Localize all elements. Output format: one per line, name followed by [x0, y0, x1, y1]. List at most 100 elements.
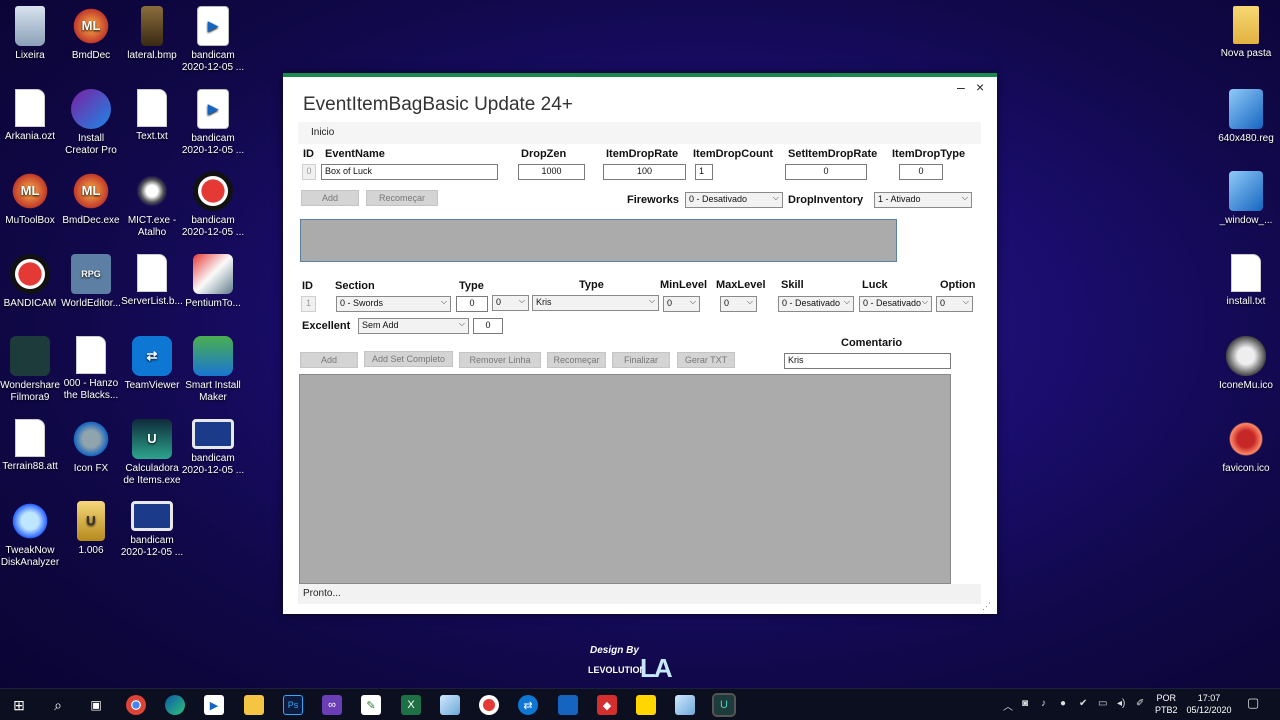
- chrome-icon[interactable]: [126, 695, 146, 715]
- resize-grip-icon[interactable]: ⋰: [982, 601, 991, 612]
- set-item-drop-rate-field[interactable]: 0: [785, 164, 867, 180]
- add-set-completo-button[interactable]: Add Set Completo: [364, 351, 453, 367]
- edge-icon[interactable]: [165, 695, 185, 715]
- drop-inventory-value: 1 - Ativado: [878, 194, 921, 204]
- excellent-select[interactable]: Sem Add ⌵: [358, 318, 469, 334]
- bmp-file-icon: [141, 6, 163, 46]
- desktop-item[interactable]: U Calculadora de Items.exe: [117, 418, 187, 487]
- media-player-icon[interactable]: ▶: [204, 695, 224, 715]
- skill-select[interactable]: 0 - Desativado ⌵: [778, 296, 854, 312]
- search-icon[interactable]: ⌕: [48, 695, 68, 715]
- calculadora-taskbar-icon[interactable]: U: [712, 693, 736, 717]
- remote-desktop-icon[interactable]: [558, 695, 578, 715]
- tray-pen-icon[interactable]: ✐: [1136, 698, 1144, 709]
- items-grid[interactable]: [299, 374, 951, 584]
- min-level-value: 0: [667, 298, 673, 308]
- item-drop-count-field[interactable]: 1: [695, 164, 713, 180]
- desktop-item[interactable]: Install Creator Pro: [56, 88, 126, 157]
- logo-levolution-text: LEVOLUTION: [588, 665, 646, 675]
- language-indicator[interactable]: POR PTB2: [1155, 692, 1178, 716]
- desktop-item[interactable]: IconeMu.ico: [1211, 336, 1280, 392]
- fireworks-select[interactable]: 0 - Desativado ⌵: [685, 192, 783, 208]
- desktop-item-label: lateral.bmp: [127, 50, 177, 61]
- item-select[interactable]: Kris ⌵: [532, 295, 659, 311]
- item-drop-type-field[interactable]: 0: [899, 164, 943, 180]
- excel-icon[interactable]: X: [401, 695, 421, 715]
- chevron-down-icon: ⌵: [962, 297, 969, 306]
- desktop-item[interactable]: U 1.006: [56, 501, 126, 557]
- desktop-item[interactable]: ML BmdDec: [56, 6, 126, 62]
- desktop-item[interactable]: favicon.ico: [1211, 418, 1280, 475]
- desktop-item[interactable]: bandicam 2020-12-05 ...: [178, 418, 248, 477]
- file-explorer-icon[interactable]: [244, 695, 264, 715]
- desktop-item[interactable]: Text.txt: [117, 88, 187, 143]
- close-button[interactable]: ×: [976, 79, 984, 95]
- min-level-select[interactable]: 0 ⌵: [663, 296, 700, 312]
- desktop-item[interactable]: RPG WorldEditor...: [56, 253, 126, 310]
- desktop-item[interactable]: ⇄ TeamViewer: [117, 336, 187, 392]
- tray-chrome-icon[interactable]: ●: [1060, 698, 1066, 709]
- max-level-select[interactable]: 0 ⌵: [720, 296, 757, 312]
- comentario-field[interactable]: Kris: [784, 353, 951, 369]
- gerar-txt-button[interactable]: Gerar TXT: [677, 352, 735, 368]
- desktop-item[interactable]: Nova pasta: [1211, 6, 1280, 60]
- recomecar-item-button[interactable]: Recomeçar: [547, 352, 606, 368]
- event-name-field[interactable]: Box of Luck: [321, 164, 498, 180]
- finalizar-button[interactable]: Finalizar: [612, 352, 670, 368]
- visual-studio-icon[interactable]: ∞: [322, 695, 342, 715]
- item-drop-rate-field[interactable]: 100: [603, 164, 686, 180]
- desktop-item[interactable]: _window_...: [1211, 171, 1280, 227]
- desktop-item[interactable]: bandicam 2020-12-05 ...: [117, 501, 187, 559]
- desktop-item[interactable]: Smart Install Maker: [178, 336, 248, 404]
- type-index-select[interactable]: 0 ⌵: [492, 295, 529, 311]
- tray-battery-icon[interactable]: ▭: [1098, 698, 1107, 709]
- section-select[interactable]: 0 - Swords ⌵: [336, 296, 451, 312]
- tray-volume-icon[interactable]: ◂): [1117, 698, 1125, 709]
- remover-linha-button[interactable]: Remover Linha: [459, 352, 541, 368]
- windows-start-icon[interactable]: ⊞: [9, 695, 29, 715]
- sticky-notes-icon[interactable]: [636, 695, 656, 715]
- drop-zen-field[interactable]: 1000: [518, 164, 585, 180]
- desktop-item[interactable]: PentiumTo...: [178, 253, 248, 310]
- excellent-number-field[interactable]: 0: [473, 318, 503, 334]
- desktop-item[interactable]: ServerList.b...: [117, 253, 187, 308]
- drop-inventory-select[interactable]: 1 - Ativado ⌵: [874, 192, 972, 208]
- desktop-item-label: PentiumTo...: [185, 297, 241, 309]
- desktop-item[interactable]: lateral.bmp: [117, 6, 187, 62]
- notifications-icon[interactable]: ▢: [1247, 695, 1259, 711]
- desktop-item-label: _window_...: [1219, 215, 1273, 226]
- luck-select[interactable]: 0 - Desativado ⌵: [859, 296, 932, 312]
- desktop-item[interactable]: ▶ bandicam 2020-12-05 ...: [178, 88, 248, 157]
- desktop-item[interactable]: 640x480.reg: [1211, 88, 1280, 145]
- item-header-luck: Luck: [862, 279, 888, 291]
- notepadpp-icon[interactable]: ✎: [361, 695, 381, 715]
- tray-mic-icon[interactable]: ♪: [1041, 698, 1046, 709]
- desktop-item[interactable]: install.txt: [1211, 253, 1280, 308]
- app2-icon[interactable]: [675, 695, 695, 715]
- events-grid[interactable]: [300, 219, 897, 262]
- photoshop-icon[interactable]: Ps: [283, 695, 303, 715]
- add-item-button[interactable]: Add: [300, 352, 358, 368]
- desktop-item[interactable]: ML BmdDec.exe: [56, 171, 126, 227]
- anydesk-icon[interactable]: ◆: [597, 695, 617, 715]
- app-icon[interactable]: [440, 695, 460, 715]
- desktop-item[interactable]: bandicam 2020-12-05 ...: [178, 171, 248, 239]
- tray-camera-icon[interactable]: ◙: [1022, 698, 1028, 709]
- desktop-item[interactable]: MICT.exe - Atalho: [117, 171, 187, 239]
- bandicam-record-icon[interactable]: [479, 695, 499, 715]
- menu-item-inicio[interactable]: Inicio: [311, 127, 334, 138]
- desktop-item[interactable]: Icon FX: [56, 418, 126, 475]
- type-number-field[interactable]: 0: [456, 296, 488, 312]
- teamviewer-icon[interactable]: ⇄: [518, 695, 538, 715]
- option-select[interactable]: 0 ⌵: [936, 296, 973, 312]
- desktop-item[interactable]: ▶ bandicam 2020-12-05 ...: [178, 6, 248, 74]
- recomecar-event-button[interactable]: Recomeçar: [366, 190, 438, 206]
- tray-chevron-icon[interactable]: ︿: [1003, 698, 1013, 713]
- add-event-button[interactable]: Add: [301, 190, 359, 206]
- text-file-icon: [137, 88, 167, 127]
- desktop-item[interactable]: 000 - Hanzo the Blacks...: [56, 336, 126, 402]
- task-view-icon[interactable]: ▣: [86, 695, 106, 715]
- minimize-button[interactable]: –: [957, 79, 965, 95]
- clock[interactable]: 17:07 05/12/2020: [1184, 692, 1234, 716]
- tray-shield-icon[interactable]: ✔: [1079, 698, 1087, 709]
